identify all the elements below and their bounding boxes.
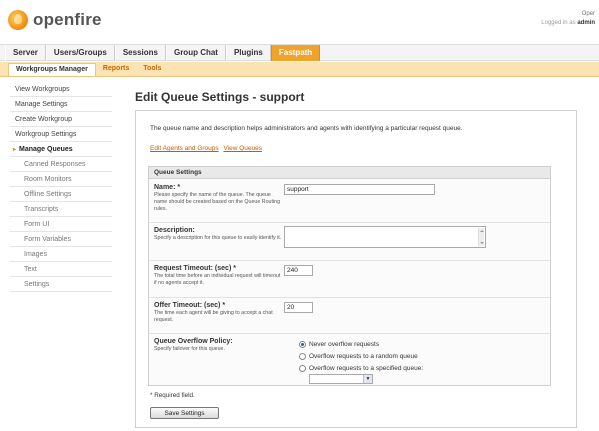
description-label-block: Description: Specify a description for t… (154, 227, 282, 242)
openfire-flame-icon (8, 10, 28, 30)
required-note: * Required field. (150, 392, 195, 399)
overflow-option-specified-label: Overflow requests to a specified queue: (309, 364, 424, 372)
sidebar: View Workgroups Manage Settings Create W… (10, 82, 112, 292)
tab-users-groups[interactable]: Users/Groups (45, 45, 115, 61)
description-textarea[interactable] (284, 226, 486, 248)
tab-sessions[interactable]: Sessions (114, 45, 166, 61)
tab-plugins[interactable]: Plugins (225, 45, 271, 61)
radio-never[interactable] (299, 340, 306, 348)
name-label-block: Name: * Please specify the name of the q… (154, 184, 282, 213)
queue-settings-box: Queue Settings Name: * Please specify th… (148, 166, 551, 386)
sidebar-item-images[interactable]: Images (10, 247, 112, 262)
offer-timeout-description: The time each agent will be giving to ac… (154, 310, 273, 323)
description-scrollbar[interactable] (478, 228, 484, 246)
header: openfire Oper Logged in as admin (0, 0, 599, 44)
sidebar-item-manage-settings[interactable]: Manage Settings (10, 97, 112, 112)
name-input[interactable] (284, 184, 435, 195)
overflow-option-never[interactable]: Never overflow requests (299, 339, 379, 349)
logo-text: openfire (33, 10, 102, 29)
intro-text: The queue name and description helps adm… (150, 125, 463, 132)
description-row: Description: Specify a description for t… (149, 222, 550, 259)
sidebar-item-form-variables[interactable]: Form Variables (10, 232, 112, 247)
tab-server[interactable]: Server (5, 45, 46, 61)
main-nav: Server Users/Groups Sessions Group Chat … (0, 44, 599, 61)
tab-group-chat[interactable]: Group Chat (165, 45, 226, 61)
overflow-option-never-label: Never overflow requests (309, 340, 380, 348)
queue-links: Edit Agents and Groups View Queues (150, 145, 265, 152)
offer-timeout-label: Offer Timeout: (sec) * (154, 302, 226, 309)
overflow-label-block: Queue Overflow Policy: Specify failover … (154, 338, 282, 353)
queue-settings-header: Queue Settings (149, 167, 550, 179)
overflow-description: Specify failover for this queue. (154, 346, 225, 352)
content-box: The queue name and description helps adm… (135, 110, 577, 428)
page-title: Edit Queue Settings - support (135, 90, 305, 104)
sidebar-item-canned-responses[interactable]: Canned Responses (10, 157, 112, 172)
sidebar-item-workgroup-settings[interactable]: Workgroup Settings (10, 127, 112, 142)
sidebar-item-view-workgroups[interactable]: View Workgroups (10, 82, 112, 97)
user-line: Oper (581, 11, 595, 17)
sidebar-item-manage-queues[interactable]: Manage Queues (10, 142, 112, 157)
chevron-down-icon[interactable]: ▼ (363, 375, 372, 383)
sidebar-item-settings[interactable]: Settings (10, 277, 112, 292)
request-timeout-description: The total time before an individual requ… (154, 273, 281, 286)
save-button[interactable]: Save Settings (150, 407, 219, 419)
name-row: Name: * Please specify the name of the q… (149, 180, 550, 221)
sidebar-item-form-ui[interactable]: Form UI (10, 217, 112, 232)
offer-timeout-input[interactable] (284, 302, 313, 313)
edit-agents-link[interactable]: Edit Agents and Groups (150, 145, 219, 152)
request-timeout-label: Request Timeout: (sec) * (154, 265, 236, 272)
logged-in-line: Logged in as admin (541, 19, 595, 28)
view-queues-link[interactable]: View Queues (223, 145, 262, 152)
offer-timeout-label-block: Offer Timeout: (sec) * The time each age… (154, 302, 282, 324)
queue-select[interactable]: ▼ (309, 374, 373, 384)
sidebar-item-offline-settings[interactable]: Offline Settings (10, 187, 112, 202)
name-label: Name: * (154, 184, 181, 191)
tab-fastpath[interactable]: Fastpath (270, 45, 321, 61)
subtab-workgroups-manager[interactable]: Workgroups Manager (8, 63, 96, 76)
overflow-option-random-label: Overflow requests to a random queue (309, 352, 418, 360)
request-timeout-row: Request Timeout: (sec) * The total time … (149, 260, 550, 296)
overflow-policy-row: Queue Overflow Policy: Specify failover … (149, 333, 550, 386)
overflow-option-random[interactable]: Overflow requests to a random queue (299, 351, 418, 361)
offer-timeout-row: Offer Timeout: (sec) * The time each age… (149, 297, 550, 332)
subtab-tools[interactable]: Tools (136, 63, 168, 76)
request-timeout-label-block: Request Timeout: (sec) * The total time … (154, 265, 282, 287)
openfire-logo[interactable]: openfire (8, 8, 102, 32)
overflow-label: Queue Overflow Policy: (154, 338, 233, 345)
sub-nav: Workgroups Manager Reports Tools (0, 62, 599, 77)
sidebar-item-room-monitors[interactable]: Room Monitors (10, 172, 112, 187)
description-desc: Specify a description for this queue to … (154, 235, 282, 241)
sidebar-item-create-workgroup[interactable]: Create Workgroup (10, 112, 112, 127)
name-description: Please specify the name of the queue. Th… (154, 192, 281, 212)
description-label: Description: (154, 227, 195, 234)
user-info: Oper Logged in as admin (541, 10, 595, 28)
sidebar-item-text[interactable]: Text (10, 262, 112, 277)
radio-specified[interactable] (299, 364, 306, 372)
logged-in-prefix: Logged in as (541, 20, 576, 26)
logged-in-user[interactable]: admin (577, 20, 595, 26)
subtab-reports[interactable]: Reports (96, 63, 136, 76)
radio-random[interactable] (299, 352, 306, 360)
sidebar-item-transcripts[interactable]: Transcripts (10, 202, 112, 217)
request-timeout-input[interactable] (284, 265, 313, 276)
overflow-option-specified[interactable]: Overflow requests to a specified queue: (299, 363, 423, 373)
